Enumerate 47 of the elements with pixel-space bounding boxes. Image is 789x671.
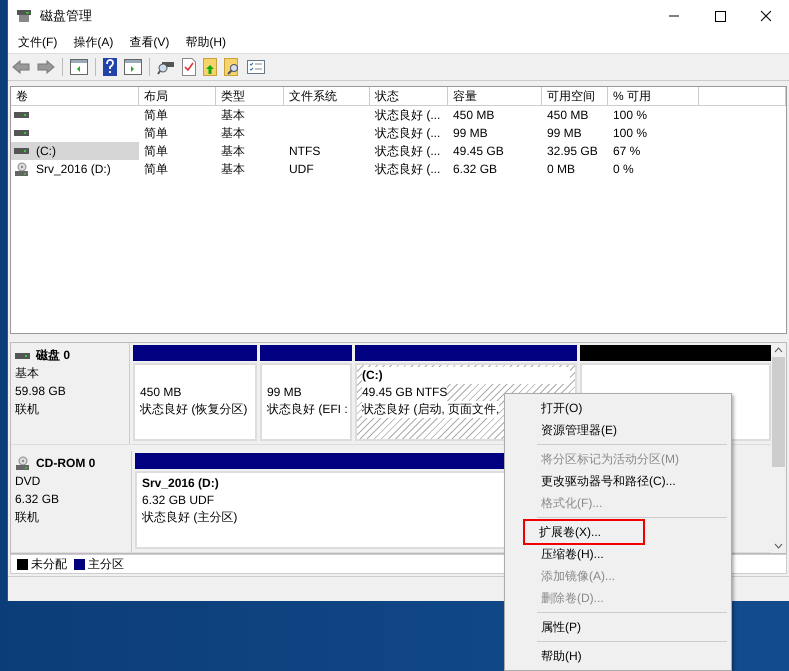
table-cell-text: 67 % [612,144,642,158]
partition-label: (C:) [362,367,570,384]
table-cell-text: 简单 [143,160,169,178]
legend-label: 未分配 [31,556,67,572]
disk-type: 基本 [15,365,40,382]
disk-name: CD-ROM 0 [36,455,96,472]
table-cell-text: UDF [288,162,315,176]
partition-status: 状态良好 (恢复分区) [140,401,248,418]
disk-size: 6.32 GB [15,491,60,508]
disk-type: DVD [15,473,42,490]
partition-status: 状态良好 (主分区) [142,509,238,526]
partition-size: 6.32 GB UDF [142,492,214,509]
table-cell-text: 450 MB [452,108,496,122]
table-cell-text: 状态良好 (... [374,124,442,142]
table-cell-text: NTFS [288,144,322,158]
table-cell-text: 状态良好 (... [374,160,442,178]
table-cell-text: 简单 [143,106,169,124]
table-cell-text: 基本 [220,160,246,178]
table-cell-text: 450 MB [546,108,590,122]
partition-status: 状态良好 (EFI : [267,401,348,418]
table-cell-text: 99 MB [546,126,583,140]
table-cell-text: 状态良好 (... [374,106,442,124]
table-cell-text: 简单 [143,124,169,142]
table-cell-text: 6.32 GB [452,162,498,176]
table-cell-text: 49.45 GB [452,144,505,158]
table-cell-text: 100 % [612,108,648,122]
partition-size: 99 MB [267,384,302,401]
disk-size: 59.98 GB [15,383,67,400]
table-cell-text: 99 MB [452,126,489,140]
table-cell-text: 基本 [220,142,246,160]
partition-status: 状态良好 (启动, 页面文件, [362,401,500,418]
table-cell-text: 状态良好 (... [374,142,442,160]
table-cell-text: 0 % [612,162,635,176]
table-cell-text: 基本 [220,124,246,142]
table-cell-text: 32.95 GB [546,144,599,158]
partition-label: Srv_2016 (D:) [142,475,220,492]
table-cell-text: 基本 [220,106,246,124]
table-cell-text: 简单 [143,142,169,160]
window-title: 磁盘管理 [40,6,92,24]
disk-status: 联机 [15,401,40,418]
disk-name: 磁盘 0 [36,347,70,364]
table-cell-text: 0 MB [546,162,576,176]
partition-size: 450 MB [140,384,182,401]
table-cell-text: 100 % [612,126,648,140]
legend-label: 主分区 [88,556,124,572]
partition-size: 49.45 GB NTFS [362,384,448,401]
disk-status: 联机 [15,509,40,526]
